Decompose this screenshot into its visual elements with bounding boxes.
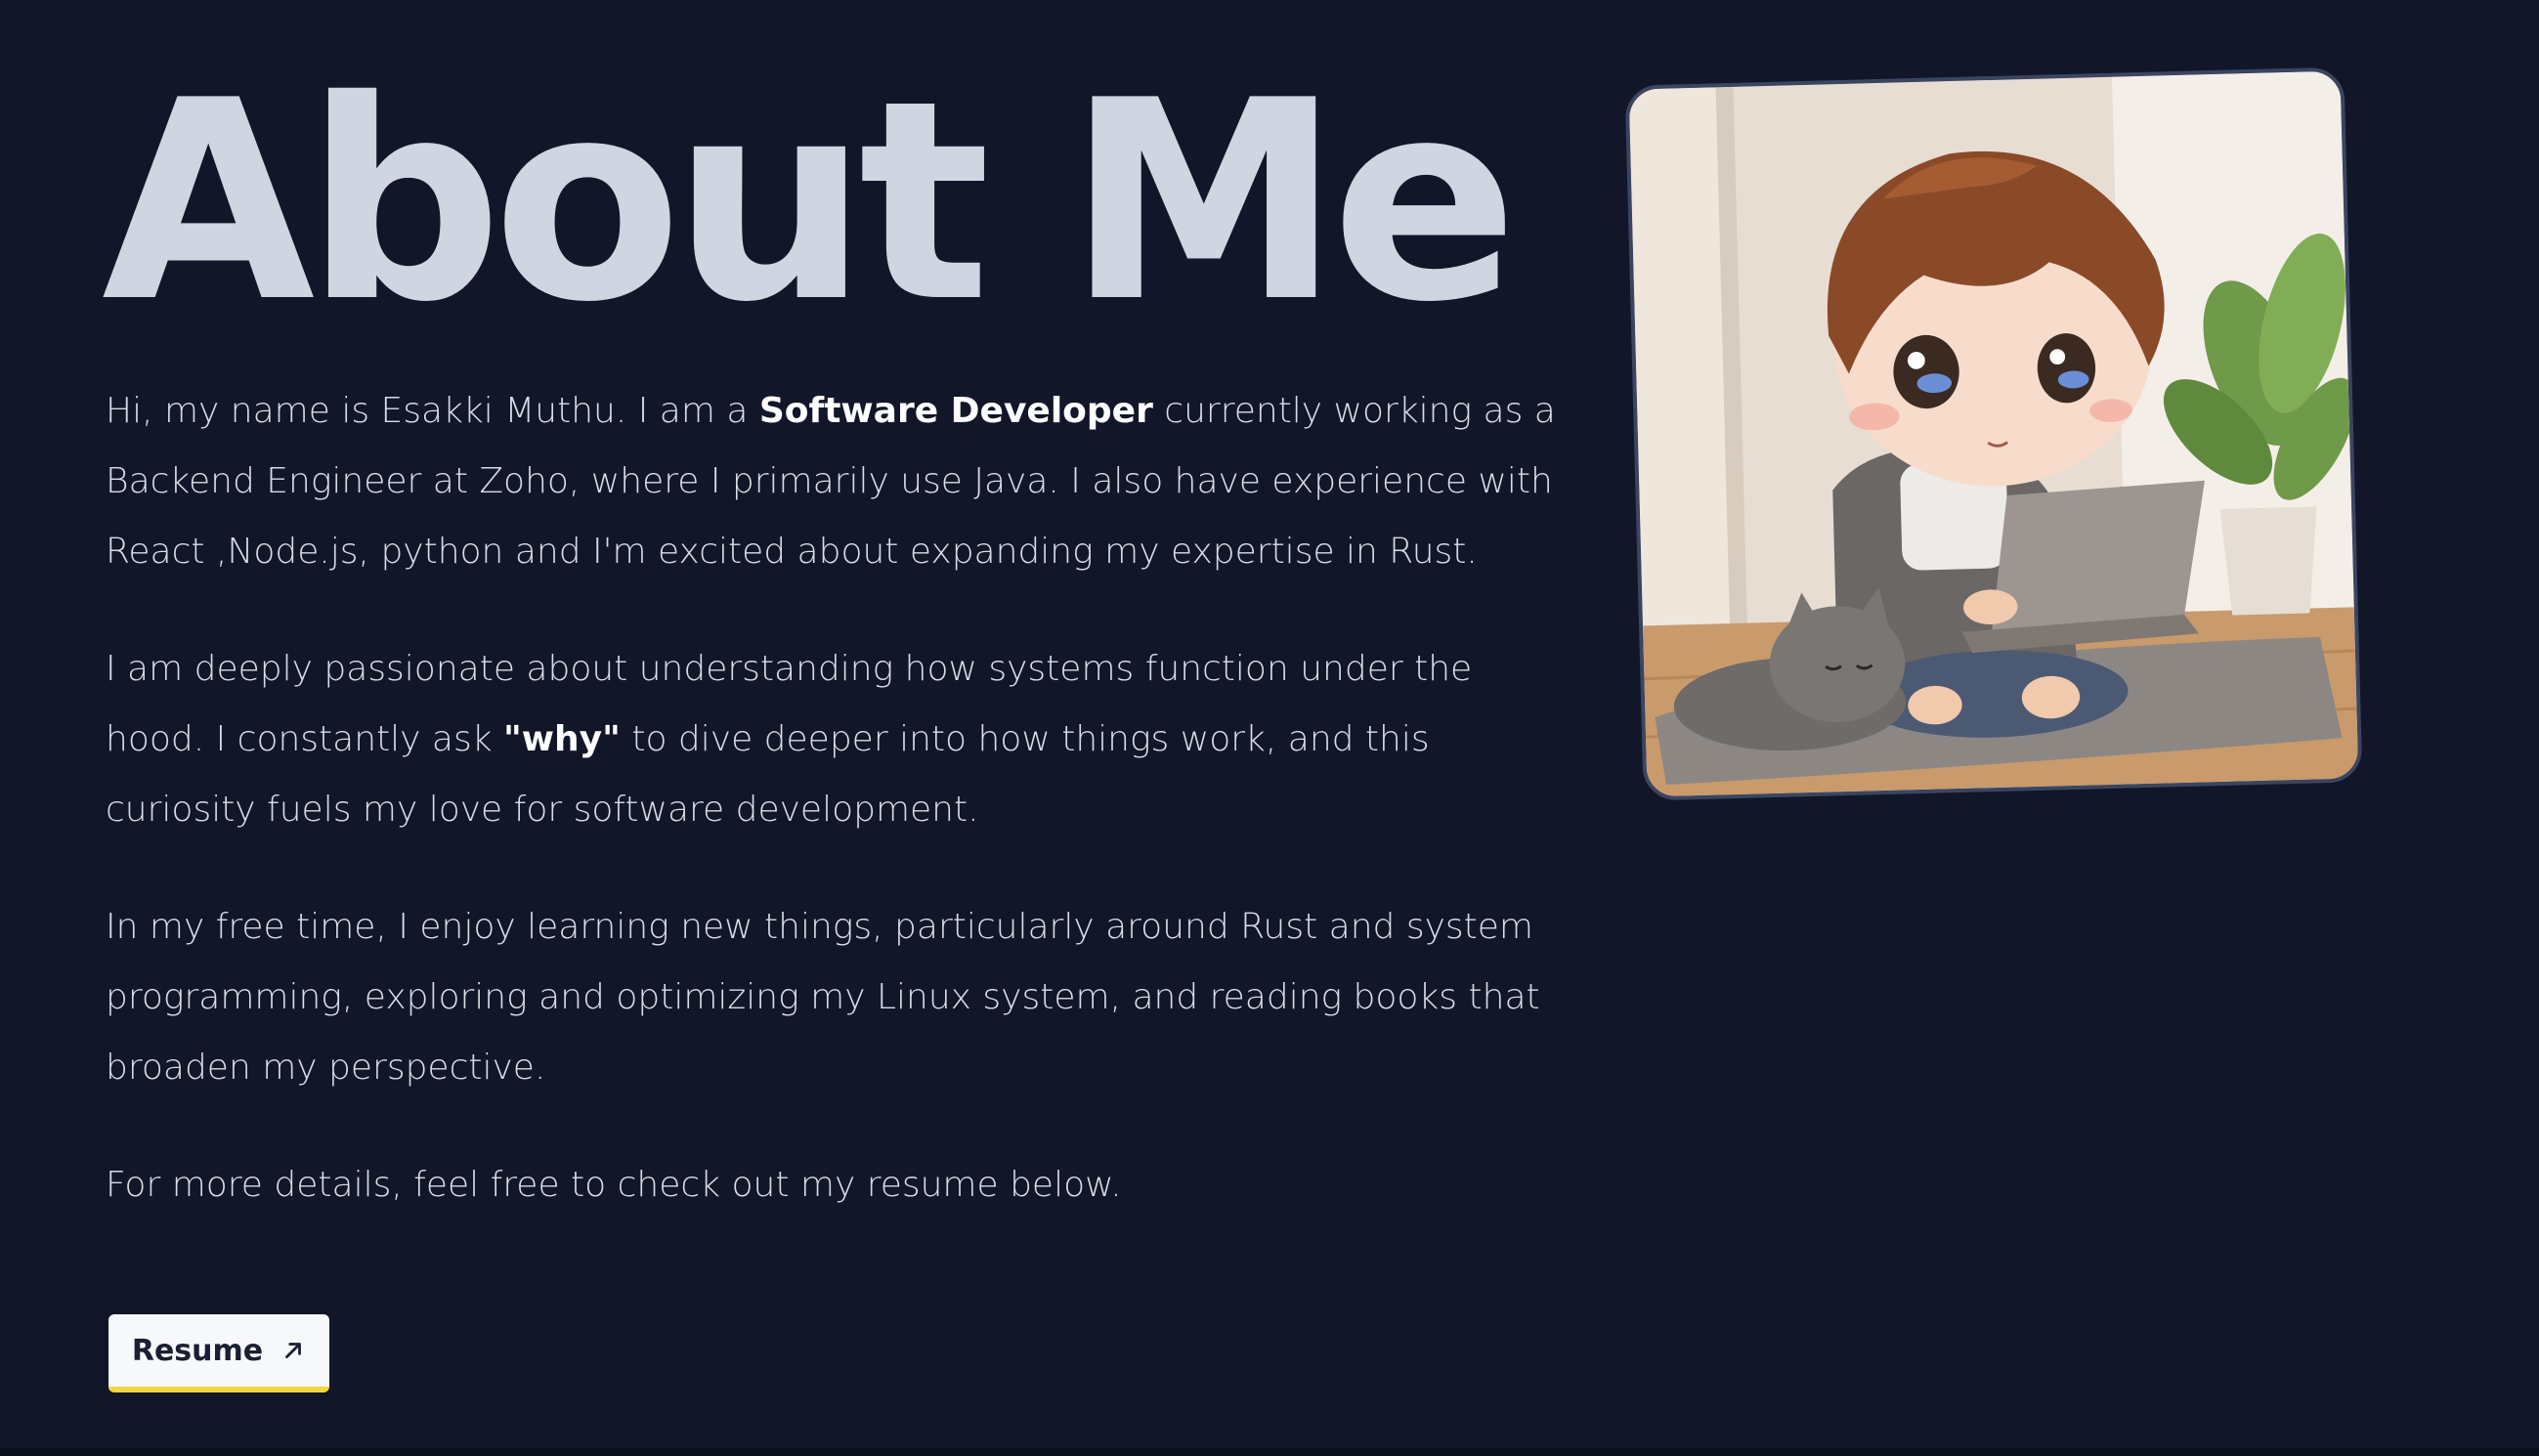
resume-button-label: Resume	[131, 1333, 264, 1368]
passion-paragraph: I am deeply passionate about understandi…	[106, 634, 1567, 845]
intro-role-highlight: Software Developer	[758, 391, 1153, 431]
profile-image	[1624, 66, 2363, 801]
more-details-paragraph: For more details, feel free to check out…	[106, 1165, 1122, 1205]
passion-why-highlight: "why"	[503, 719, 621, 759]
profile-illustration	[1628, 70, 2359, 797]
free-time-paragraph: In my free time, I enjoy learning new th…	[106, 907, 1540, 1088]
page-title: About Me	[102, 41, 1518, 363]
bottom-divider	[0, 1448, 2539, 1456]
resume-button[interactable]: Resume	[108, 1314, 329, 1392]
arrow-up-right-icon	[280, 1338, 306, 1363]
about-content: Hi, my name is Esakki Muthu. I am a Soft…	[106, 376, 1567, 1267]
intro-text-start: Hi, my name is Esakki Muthu. I am a	[106, 391, 759, 431]
intro-paragraph: Hi, my name is Esakki Muthu. I am a Soft…	[106, 376, 1567, 587]
